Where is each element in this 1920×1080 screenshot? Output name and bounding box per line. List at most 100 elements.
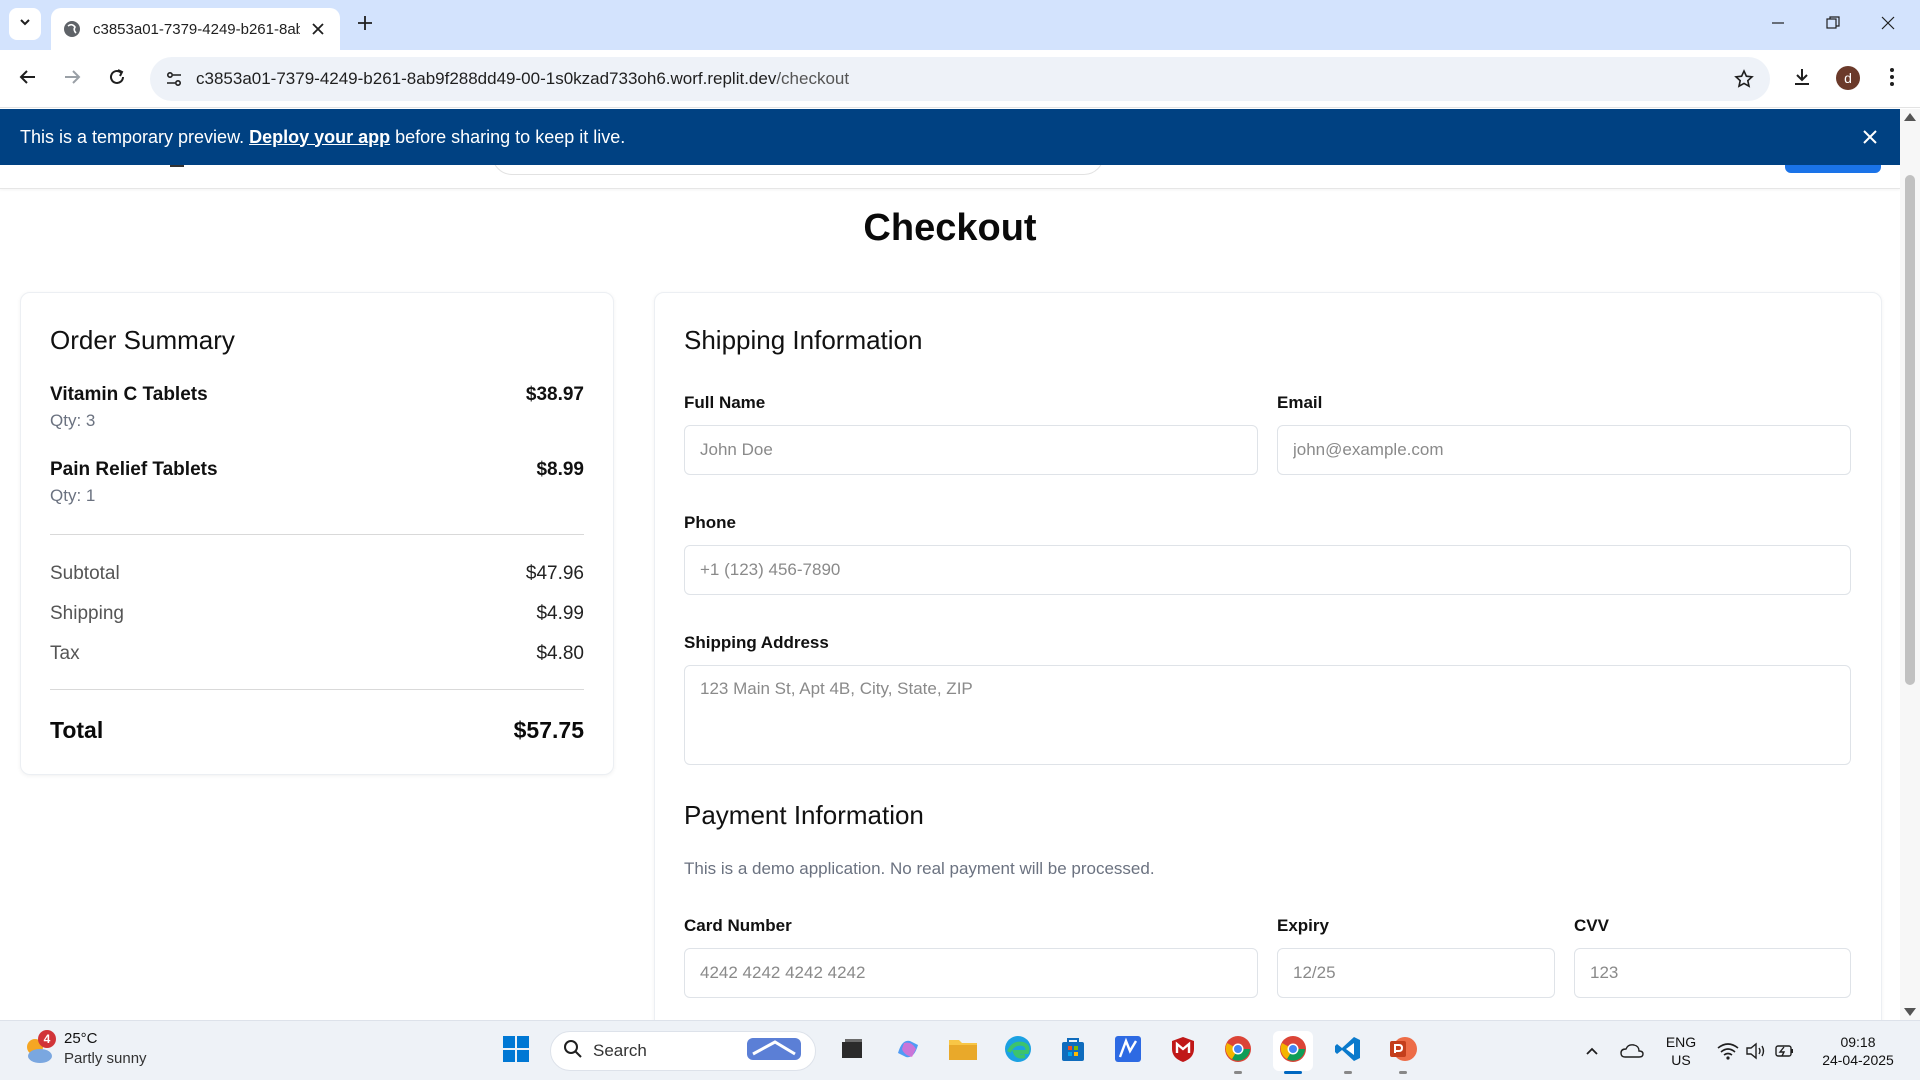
scroll-down-arrow-icon[interactable] — [1904, 1008, 1916, 1016]
close-window-button[interactable] — [1873, 10, 1903, 40]
input-language[interactable]: ENG US — [1660, 1033, 1702, 1069]
browser-tab-bar: c3853a01-7379-4249-b261-8ab9f288dd49-00-… — [0, 0, 1920, 50]
banner-suffix: before sharing to keep it live. — [395, 126, 626, 147]
phone-label: Phone — [684, 513, 736, 532]
weather-temperature: 25°C — [64, 1030, 98, 1047]
start-button[interactable] — [496, 1031, 536, 1071]
browser-menu-button[interactable] — [1876, 63, 1908, 95]
task-view-icon — [839, 1036, 865, 1067]
taskbar-microsoft-store[interactable] — [1053, 1031, 1093, 1071]
cvv-label: CVV — [1574, 916, 1609, 935]
tax-label: Tax — [50, 643, 80, 664]
taskbar-task-view[interactable] — [832, 1031, 872, 1071]
download-icon — [1792, 67, 1812, 92]
taskbar-file-explorer[interactable] — [943, 1031, 983, 1071]
copilot-icon — [894, 1035, 922, 1068]
restore-icon — [1826, 15, 1840, 35]
language-code: ENG — [1665, 1034, 1697, 1050]
shipping-information-heading: Shipping Information — [684, 325, 923, 355]
search-icon — [563, 1039, 583, 1064]
email-input[interactable] — [1277, 425, 1851, 475]
tab-search-button[interactable] — [9, 8, 41, 40]
minimize-button[interactable] — [1763, 10, 1793, 40]
shipping-address-label: Shipping Address — [684, 633, 829, 652]
taskbar-mcafee[interactable] — [1163, 1031, 1203, 1071]
summary-divider — [50, 534, 584, 535]
card-number-input[interactable] — [684, 948, 1258, 998]
total-value: $57.75 — [513, 717, 584, 743]
math-app-icon — [1114, 1035, 1142, 1068]
bookmark-star-icon[interactable] — [1732, 67, 1756, 91]
restore-button[interactable] — [1818, 10, 1848, 40]
url-path: /checkout — [776, 69, 850, 88]
chrome-icon — [1278, 1034, 1308, 1069]
clock[interactable]: 09:18 24-04-2025 — [1810, 1033, 1906, 1069]
banner-prefix: This is a temporary preview. — [20, 126, 245, 147]
close-banner-icon[interactable] — [1858, 125, 1882, 149]
header-search-fragment[interactable] — [492, 165, 1104, 175]
reload-button[interactable] — [101, 63, 133, 95]
arrow-left-icon — [19, 68, 37, 91]
url-host: c3853a01-7379-4249-b261-8ab9f288dd49-00-… — [196, 69, 777, 88]
globe-icon — [63, 20, 81, 38]
preview-banner: This is a temporary preview. Deploy your… — [0, 109, 1900, 165]
reload-icon — [108, 68, 126, 91]
windows-logo-icon — [502, 1035, 530, 1068]
address-bar[interactable]: c3853a01-7379-4249-b261-8ab9f288dd49-00-… — [150, 57, 1770, 101]
email-label: Email — [1277, 393, 1323, 412]
new-tab-button[interactable] — [352, 12, 378, 38]
weather-widget[interactable]: 4 25°C Partly sunny — [22, 1029, 147, 1069]
show-hidden-icons-chevron-up-icon[interactable] — [1580, 1039, 1604, 1063]
taskbar-chrome-profile-2[interactable] — [1273, 1031, 1313, 1074]
taskbar-edge[interactable] — [998, 1031, 1038, 1071]
phone-input[interactable] — [684, 545, 1851, 595]
arrow-right-icon — [63, 68, 81, 91]
close-icon — [1881, 16, 1895, 35]
scroll-up-arrow-icon[interactable] — [1904, 113, 1916, 121]
expiry-input[interactable] — [1277, 948, 1555, 998]
store-icon — [1059, 1035, 1087, 1068]
subtotal-label: Subtotal — [50, 563, 120, 584]
more-vertical-icon — [1889, 67, 1895, 92]
taskbar-vscode[interactable] — [1328, 1031, 1368, 1074]
cvv-input[interactable] — [1574, 948, 1851, 998]
demo-payment-note: This is a demo application. No real paym… — [684, 859, 1155, 878]
chevron-down-icon — [18, 15, 32, 34]
page-viewport: Checkout Order Summary Vitamin C Tablets… — [0, 165, 1900, 1020]
shipping-address-textarea[interactable] — [684, 665, 1851, 765]
plus-icon — [357, 15, 373, 36]
deploy-app-link[interactable]: Deploy your app — [249, 127, 390, 148]
wifi-icon[interactable] — [1716, 1039, 1740, 1063]
item-price: $38.97 — [525, 384, 584, 405]
total-divider — [50, 689, 584, 690]
battery-charging-icon[interactable] — [1772, 1039, 1796, 1063]
browser-tab-checkout[interactable]: c3853a01-7379-4249-b261-8ab9f288dd49-00-… — [51, 8, 340, 50]
close-tab-icon[interactable] — [308, 19, 328, 39]
taskbar-chrome-profile-1[interactable] — [1218, 1031, 1258, 1074]
mcafee-shield-icon — [1169, 1035, 1197, 1068]
scroll-thumb[interactable] — [1905, 175, 1915, 685]
subtotal-value: $47.96 — [525, 563, 584, 584]
volume-icon[interactable] — [1744, 1039, 1768, 1063]
profile-avatar[interactable]: d — [1836, 66, 1860, 90]
card-number-label: Card Number — [684, 916, 792, 935]
back-button[interactable] — [12, 63, 44, 95]
page-scrollbar[interactable] — [1900, 109, 1920, 1020]
header-button-fragment[interactable] — [1785, 165, 1881, 173]
item-name: Vitamin C Tablets — [50, 384, 208, 405]
site-info-icon[interactable] — [162, 67, 186, 91]
chrome-icon — [1223, 1034, 1253, 1069]
item-qty: Qty: 3 — [50, 411, 96, 430]
page-title: Checkout — [863, 207, 1037, 249]
onedrive-cloud-icon[interactable] — [1620, 1039, 1644, 1063]
taskbar-search-label: Search — [593, 1041, 647, 1060]
forward-button[interactable] — [56, 63, 88, 95]
downloads-button[interactable] — [1786, 63, 1818, 95]
taskbar-math-app[interactable] — [1108, 1031, 1148, 1071]
taskbar-search[interactable]: Search — [550, 1031, 816, 1071]
taskbar-powerpoint[interactable] — [1383, 1031, 1423, 1074]
full-name-input[interactable] — [684, 425, 1258, 475]
full-name-label: Full Name — [684, 393, 766, 412]
tab-title: c3853a01-7379-4249-b261-8ab9f288dd49-00-… — [93, 20, 301, 38]
taskbar-copilot[interactable] — [888, 1031, 928, 1071]
